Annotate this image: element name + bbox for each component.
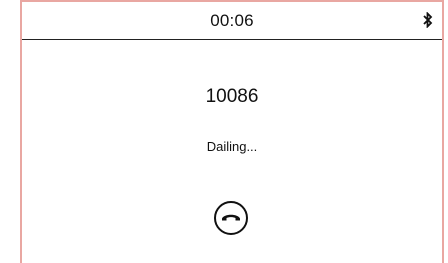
call-screen: 00:06 10086 Dailing... <box>20 0 444 263</box>
dialed-number: 10086 <box>205 86 259 107</box>
call-timer: 00:06 <box>210 11 254 30</box>
status-bar: 00:06 <box>22 2 442 40</box>
call-status: Dailing... <box>206 139 258 154</box>
hangup-button[interactable] <box>214 201 248 235</box>
phone-hangup-icon <box>222 214 240 221</box>
bluetooth-icon <box>422 11 434 29</box>
